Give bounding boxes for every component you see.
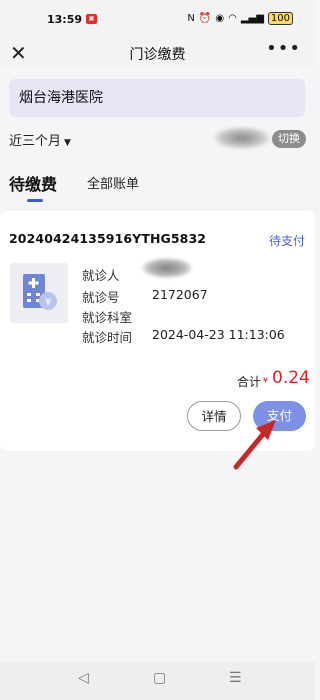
detail-button[interactable]: 详情 [187, 401, 241, 431]
blurred-patient-value [142, 258, 192, 278]
total-label: 合计 [237, 375, 262, 389]
hospital-selector[interactable]: 烟台海港医院 [9, 79, 305, 117]
tab-active-indicator [27, 199, 43, 202]
hospital-bill-icon: ¥ [10, 263, 68, 323]
status-badge: 待支付 [268, 234, 305, 248]
home-icon[interactable]: ▢ [153, 670, 166, 686]
department-label: 就诊科室 [82, 310, 133, 325]
tab-pending[interactable]: 待缴费 [9, 171, 57, 195]
svg-text:¥: ¥ [45, 297, 51, 308]
period-label: 近三个月 [9, 134, 62, 149]
period-filter[interactable]: 近三个月 ▼ [9, 130, 71, 149]
caret-down-icon: ▼ [64, 138, 71, 148]
recents-icon[interactable]: ☰ [229, 670, 242, 686]
back-icon[interactable]: ◁ [78, 670, 89, 686]
patient-label: 就诊人 [82, 268, 120, 283]
total-amount: 0.24 [272, 368, 310, 388]
alarm-icon: ⏰ [198, 13, 212, 24]
status-bar: 13:59 ▣ N ⏰ ◉ ◠ ▂▄▆ 100 [0, 0, 315, 40]
visit-number-label: 就诊号 [82, 290, 120, 305]
switch-patient-button[interactable]: 切换 [272, 130, 306, 148]
tab-all-bills[interactable]: 全部账单 [87, 173, 139, 192]
bill-card: 20240424135916YTHG5832 待支付 ¥ 就诊人 就诊号 217… [0, 211, 315, 451]
mute-icon: ◉ [215, 13, 225, 24]
signal-icon: ▂▄▆ [240, 13, 264, 24]
nfc-icon: N [187, 13, 195, 24]
blurred-patient-name [214, 127, 270, 149]
pay-button[interactable]: 支付 [253, 401, 306, 431]
visit-time-label: 就诊时间 [82, 330, 133, 345]
visit-time-value: 2024-04-23 11:13:06 [152, 327, 285, 342]
status-time: 13:59 [47, 13, 83, 26]
status-icons: N ⏰ ◉ ◠ ▂▄▆ 100 [187, 12, 293, 25]
visit-number-value: 2172067 [152, 287, 208, 302]
currency-symbol: ¥ [263, 376, 269, 385]
order-number: 20240424135916YTHG5832 [9, 231, 207, 246]
system-nav-bar: ◁ ▢ ☰ [0, 662, 315, 700]
tab-bar: 待缴费 全部账单 [0, 163, 315, 203]
nav-bar: ✕ 门诊缴费 ••• [0, 38, 315, 68]
battery-icon: 100 [267, 12, 293, 25]
more-icon[interactable]: ••• [266, 38, 301, 59]
wifi-icon: ◠ [228, 13, 237, 24]
notification-icon: ▣ [86, 14, 97, 24]
